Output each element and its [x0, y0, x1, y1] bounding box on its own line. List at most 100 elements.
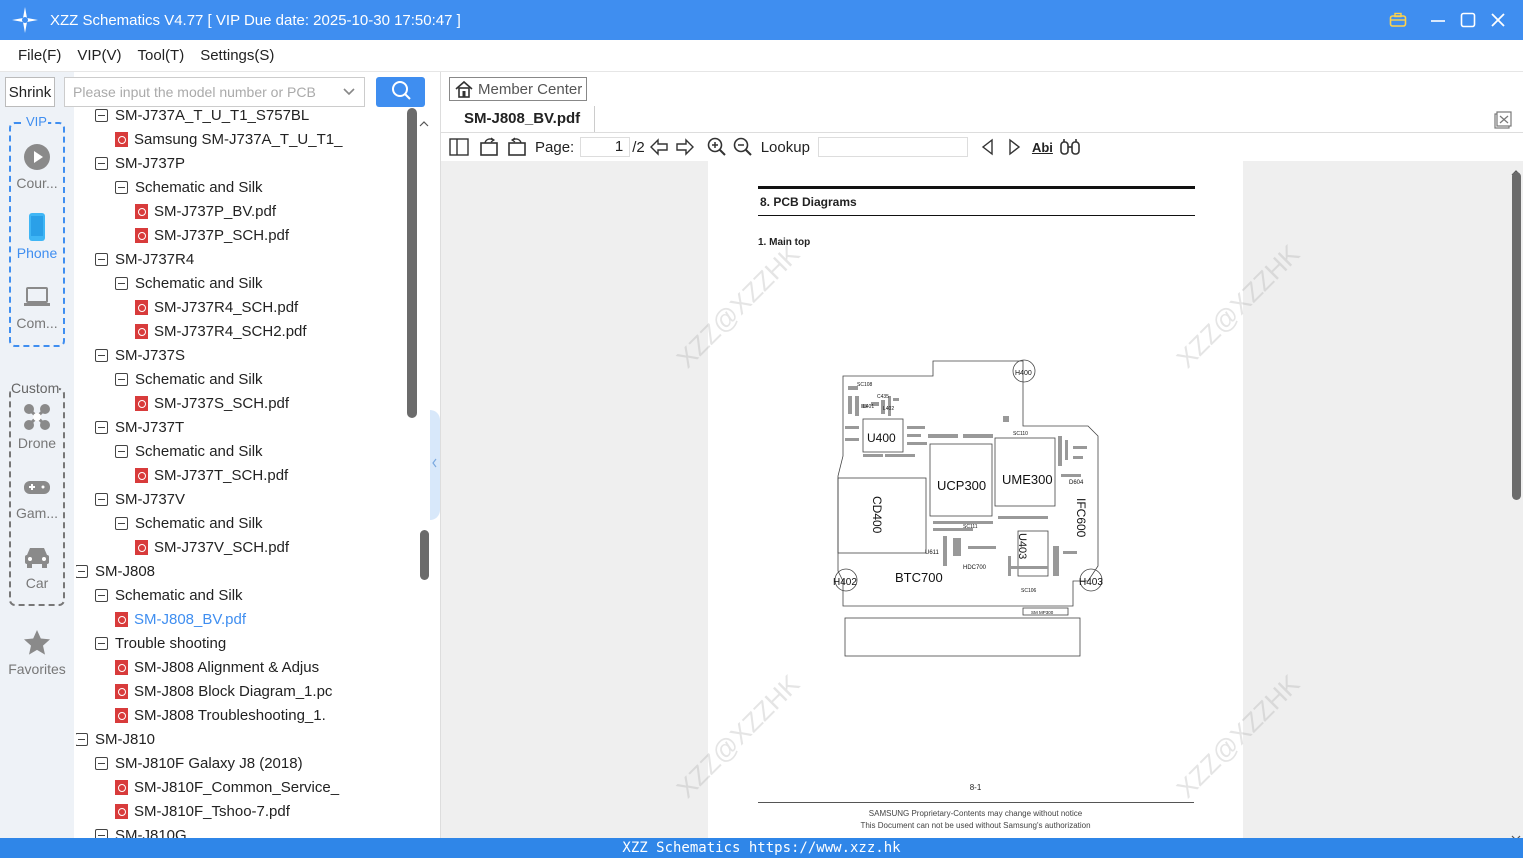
label-hdc700: HDC700	[963, 565, 987, 571]
tree-file-item[interactable]: SM-J808 Troubleshooting_1.	[115, 703, 326, 727]
binoculars-icon[interactable]	[1059, 138, 1081, 156]
search-button[interactable]	[376, 77, 425, 107]
collapse-toggle-icon[interactable]	[95, 108, 108, 122]
collapse-toggle-icon[interactable]	[115, 444, 128, 458]
tree-item-label: SM-J737R4_SCH2.pdf	[154, 322, 307, 340]
viewer-scrollbar-thumb[interactable]	[1512, 172, 1521, 500]
tree-file-item[interactable]: SM-J737P_BV.pdf	[135, 199, 276, 223]
tree-folder-item[interactable]: SM-J810F Galaxy J8 (2018)	[95, 751, 303, 775]
pdf-file-icon	[135, 227, 148, 243]
collapse-toggle-icon[interactable]	[115, 516, 128, 530]
tree-file-item[interactable]: SM-J737R4_SCH2.pdf	[135, 319, 307, 343]
nav-computer[interactable]: Com...	[0, 282, 74, 331]
tree-folder-item[interactable]: SM-J737P	[95, 151, 185, 175]
arrow-left-icon[interactable]	[649, 138, 669, 156]
tree-file-item[interactable]: SM-J737P_SCH.pdf	[135, 223, 289, 247]
member-center-button[interactable]: Member Center	[449, 77, 587, 101]
document-tab[interactable]: SM-J808_BV.pdf	[464, 110, 580, 127]
tree-file-item[interactable]: SM-J737R4_SCH.pdf	[135, 295, 298, 319]
label-sc111: SC111	[963, 524, 978, 530]
close-button[interactable]	[1486, 8, 1510, 32]
search-input[interactable]: Please input the model number or PCB	[64, 77, 365, 107]
tree-file-item[interactable]: SM-J810F_Common_Service_	[115, 775, 339, 799]
tree-folder-item[interactable]: Schematic and Silk	[115, 175, 263, 199]
collapse-toggle-icon[interactable]	[95, 156, 108, 170]
collapse-toggle-icon[interactable]	[95, 636, 108, 650]
collapse-toggle-icon[interactable]	[95, 828, 108, 838]
tree-file-item[interactable]: SM-J808 Alignment & Adjus	[115, 655, 319, 679]
zoom-in-icon[interactable]	[707, 137, 727, 157]
collapse-toggle-icon[interactable]	[76, 564, 88, 578]
label-sc108: SC108	[857, 382, 873, 388]
chevron-down-icon[interactable]	[342, 83, 356, 104]
tree-item-label: Trouble shooting	[115, 634, 227, 652]
collapse-toggle-icon[interactable]	[115, 276, 128, 290]
menu-vip[interactable]: VIP(V)	[77, 47, 121, 64]
tree-folder-item[interactable]: Schematic and Silk	[115, 271, 263, 295]
tree-file-item[interactable]: SM-J737T_SCH.pdf	[135, 463, 288, 487]
page-number-input[interactable]: 1	[580, 137, 631, 157]
collapse-toggle-icon[interactable]	[115, 180, 128, 194]
tree-scrollbar-thumb[interactable]	[407, 108, 417, 418]
match-case-button[interactable]: Abi	[1032, 140, 1053, 155]
menu-file[interactable]: File(F)	[18, 47, 61, 64]
find-previous-icon[interactable]	[980, 138, 996, 156]
tree-folder-item[interactable]: SM-J810G	[95, 823, 187, 838]
tree-hscroll-thumb[interactable]	[420, 530, 429, 580]
tree-folder-item[interactable]: Trouble shooting	[95, 631, 226, 655]
tree-file-item[interactable]: SM-J737V_SCH.pdf	[135, 535, 289, 559]
collapse-toggle-icon[interactable]	[95, 492, 108, 506]
shrink-button[interactable]: Shrink	[5, 77, 55, 107]
scroll-up-arrow-icon[interactable]	[419, 116, 429, 127]
menu-tool[interactable]: Tool(T)	[138, 47, 185, 64]
collapse-toggle-icon[interactable]	[76, 732, 88, 746]
collapse-toggle-icon[interactable]	[115, 372, 128, 386]
tree-folder-item[interactable]: Schematic and Silk	[95, 583, 243, 607]
tree-file-item[interactable]: SM-J810F_Tshoo-7.pdf	[115, 799, 290, 823]
tree-file-item[interactable]: SM-J808 Block Diagram_1.pc	[115, 679, 332, 703]
tree-folder-item[interactable]: SM-J737A_T_U_T1_S757BL	[95, 108, 309, 127]
collapse-toggle-icon[interactable]	[95, 252, 108, 266]
nav-computer-label: Com...	[16, 315, 58, 331]
sidebar-toggle-icon[interactable]	[449, 138, 469, 156]
collapse-toggle-icon[interactable]	[95, 588, 108, 602]
collapse-toggle-icon[interactable]	[95, 420, 108, 434]
briefcase-icon[interactable]	[1386, 8, 1410, 32]
rotate-left-icon[interactable]	[479, 137, 499, 157]
rotate-right-icon[interactable]	[507, 137, 527, 157]
nav-game[interactable]: Gam...	[0, 472, 74, 521]
tree-folder-item[interactable]: SM-J737V	[95, 487, 185, 511]
minimize-button[interactable]	[1426, 8, 1450, 32]
tree-file-item[interactable]: SM-J808_BV.pdf	[115, 607, 246, 631]
arrow-right-icon[interactable]	[675, 138, 695, 156]
document-viewer[interactable]: 8. PCB Diagrams 1. Main top XZZ@XZZHK XZ…	[441, 161, 1523, 838]
menu-settings[interactable]: Settings(S)	[200, 47, 274, 64]
collapse-toggle-icon[interactable]	[95, 348, 108, 362]
lookup-input[interactable]	[817, 137, 968, 157]
tree-folder-item[interactable]: Schematic and Silk	[115, 439, 263, 463]
collapse-toggle-icon[interactable]	[95, 756, 108, 770]
tree-file-item[interactable]: Samsung SM-J737A_T_U_T1_	[115, 127, 342, 151]
tree-folder-item[interactable]: SM-J737R4	[95, 247, 194, 271]
tree-folder-item[interactable]: SM-J808	[76, 559, 155, 583]
tree-item-label: SM-J737P_SCH.pdf	[154, 226, 290, 244]
nav-drone[interactable]: Drone	[0, 402, 74, 451]
tree-folder-item[interactable]: SM-J810	[76, 727, 155, 751]
pdf-file-icon	[135, 203, 148, 219]
close-tab-icon[interactable]	[1494, 111, 1512, 134]
tree-file-item[interactable]: SM-J737S_SCH.pdf	[135, 391, 289, 415]
nav-courses[interactable]: Cour...	[0, 142, 74, 191]
tree-folder-item[interactable]: SM-J737T	[95, 415, 184, 439]
tree-folder-item[interactable]: Schematic and Silk	[115, 367, 263, 391]
tree-item-label: SM-J737S_SCH.pdf	[154, 394, 290, 412]
tree-folder-item[interactable]: SM-J737S	[95, 343, 185, 367]
nav-phone[interactable]: Phone	[0, 212, 74, 261]
find-next-icon[interactable]	[1006, 138, 1022, 156]
zoom-out-icon[interactable]	[733, 137, 753, 157]
tree-folder-item[interactable]: Schematic and Silk	[115, 511, 263, 535]
maximize-button[interactable]	[1456, 8, 1480, 32]
nav-car[interactable]: Car	[0, 542, 74, 591]
nav-favorites[interactable]: Favorites	[0, 628, 74, 677]
label-c435: C435	[877, 394, 889, 400]
panel-collapse-handle[interactable]	[430, 410, 440, 520]
